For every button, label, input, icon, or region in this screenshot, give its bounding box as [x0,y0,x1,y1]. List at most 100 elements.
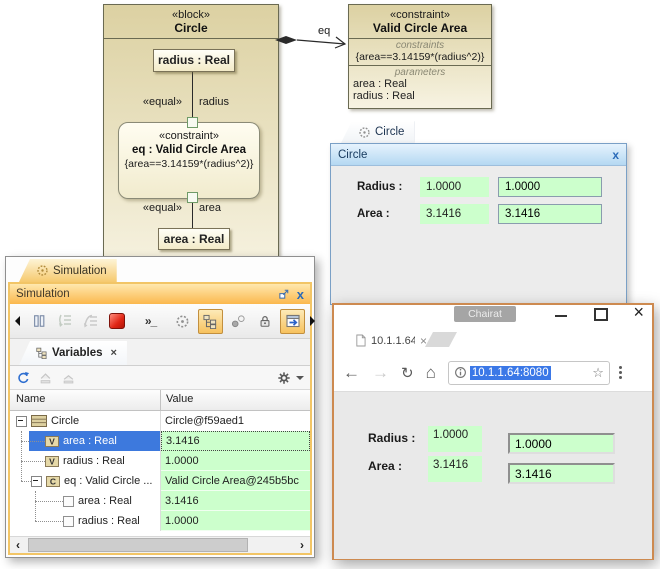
options-button[interactable] [277,371,304,385]
stop-button[interactable] [106,311,127,332]
step-into-button[interactable] [54,311,75,332]
simulation-titlebar[interactable]: Simulation x [10,284,310,304]
table-row[interactable]: Circle Circle@f59aed1 [10,411,310,431]
chrome-titlebar[interactable]: Chairat × [334,305,652,325]
breakpoints-button[interactable] [228,311,249,332]
row-value[interactable]: Circle@f59aed1 [161,411,310,431]
row-value[interactable]: 3.1416 [161,431,310,451]
export-value-icon[interactable] [38,371,53,385]
chrome-window: Chairat × 10.1.1.64 × ← → ↻ ⌂ [332,303,654,560]
circle-block[interactable]: «block» Circle radius : Real «equal» rad… [103,4,279,278]
close-icon[interactable]: x [297,287,304,302]
tab-circle[interactable]: Circle [341,121,414,143]
radius-edge-label: radius [199,96,229,108]
radius-value: 1.0000 [428,426,482,452]
table-row[interactable]: C eq : Valid Circle ... Valid Circle Are… [10,471,310,491]
console-button[interactable]: »_ [140,311,161,332]
collapse-expander-icon[interactable] [16,416,27,427]
scrollbar-thumb[interactable] [28,538,248,552]
circle-panel-body: Radius : 1.0000 Area : 3.1416 [331,166,626,304]
close-icon[interactable]: x [612,148,619,162]
lock-icon [258,314,272,328]
browser-page-content: Radius : 1.0000 Area : 3.1416 [334,392,652,559]
collapse-expander-icon[interactable] [31,476,42,487]
restore-window-icon[interactable] [278,288,290,300]
export-instance-icon[interactable] [61,371,76,385]
block-icon [31,415,47,427]
scroll-right-icon[interactable]: › [294,538,310,552]
step-over-icon [83,313,99,329]
bookmark-star-icon[interactable]: ☆ [592,365,604,381]
minimize-icon[interactable] [555,315,567,317]
refresh-icon[interactable] [16,371,30,385]
row-value[interactable]: 1.0000 [161,451,310,471]
area-input[interactable] [508,463,615,484]
lock-button[interactable] [254,311,275,332]
table-row[interactable]: V radius : Real 1.0000 [10,451,310,471]
auto-open-toggle[interactable] [280,309,305,334]
radius-input[interactable] [508,433,615,454]
variables-table-body: Circle Circle@f59aed1 V area : Real [10,411,310,531]
url-text[interactable]: 10.1.1.64:8080 [470,366,551,380]
area-property-box[interactable]: area : Real [158,228,230,250]
overflow-right-icon[interactable] [310,311,319,332]
parameter-icon [63,496,74,507]
table-row-selected[interactable]: V area : Real 3.1416 [10,431,310,451]
back-icon[interactable]: ← [343,363,360,383]
animation-button[interactable] [172,311,193,332]
browser-tab[interactable]: 10.1.1.64 × [339,327,435,354]
tab-variables[interactable]: Variables × [19,341,127,365]
row-value[interactable]: Valid Circle Area@245b5bc [161,471,310,491]
composition-connector[interactable] [274,24,352,52]
radius-property-box[interactable]: radius : Real [153,49,235,72]
radius-value: 1.0000 [420,177,489,197]
scroll-left-icon[interactable]: ‹ [10,538,26,552]
tab-simulation[interactable]: Simulation [19,259,117,282]
column-name[interactable]: Name [10,390,161,410]
variables-table-header[interactable]: Name Value [10,390,310,411]
maximize-icon[interactable] [594,308,608,321]
constraint-property-box[interactable]: «constraint» eq : Valid Circle Area {are… [118,122,260,199]
home-icon[interactable]: ⌂ [426,363,436,383]
tree-guide [21,441,45,442]
value-property-icon: V [45,456,59,467]
constraints-section-label: constraints [349,40,491,51]
overflow-left-icon[interactable] [14,311,23,332]
valid-circle-area-block[interactable]: «constraint» Valid Circle Area constrain… [348,4,492,109]
row-value[interactable]: 3.1416 [161,491,310,511]
parameter-port-bottom[interactable] [187,192,198,203]
close-window-icon[interactable]: × [633,302,644,323]
area-label: Area : [368,459,402,473]
row-value[interactable]: 1.0000 [161,511,310,531]
equal-stereotype-bottom: «equal» [112,202,182,214]
menu-icon[interactable] [619,366,622,379]
svg-text:V: V [49,456,55,466]
pause-button[interactable] [28,311,49,332]
area-input[interactable] [498,204,602,224]
area-label: Area : [357,208,390,220]
new-tab-button[interactable] [425,332,457,347]
parameter-port-top[interactable] [187,117,198,128]
horizontal-scrollbar[interactable]: ‹ › [10,536,310,553]
constraint-expression: {area==3.14159*(radius^2)} [119,156,259,170]
tree-guide [35,501,63,502]
step-over-button[interactable] [80,311,101,332]
forward-icon[interactable]: → [372,363,389,383]
open-arrowhead-icon [335,37,345,48]
tree-guide [21,431,22,481]
constraint-block-header: «constraint» Valid Circle Area [349,5,491,39]
info-icon[interactable] [454,366,467,379]
equal-stereotype-top: «equal» [112,96,182,108]
tree-guide [21,461,45,462]
close-tab-icon[interactable]: × [111,347,117,359]
column-value[interactable]: Value [161,390,310,410]
svg-text:V: V [49,436,55,446]
containment-tree-toggle[interactable] [198,309,223,334]
circle-panel-window: Circle x Radius : 1.0000 Area : 3.1416 [330,143,627,305]
radius-input[interactable] [498,177,602,197]
variables-tabstrip: Variables × [10,339,310,366]
address-bar[interactable]: 10.1.1.64:8080 ☆ [448,361,610,385]
reload-icon[interactable]: ↻ [401,364,414,382]
profile-badge[interactable]: Chairat [454,306,516,322]
circle-panel-titlebar[interactable]: Circle x [331,144,626,166]
